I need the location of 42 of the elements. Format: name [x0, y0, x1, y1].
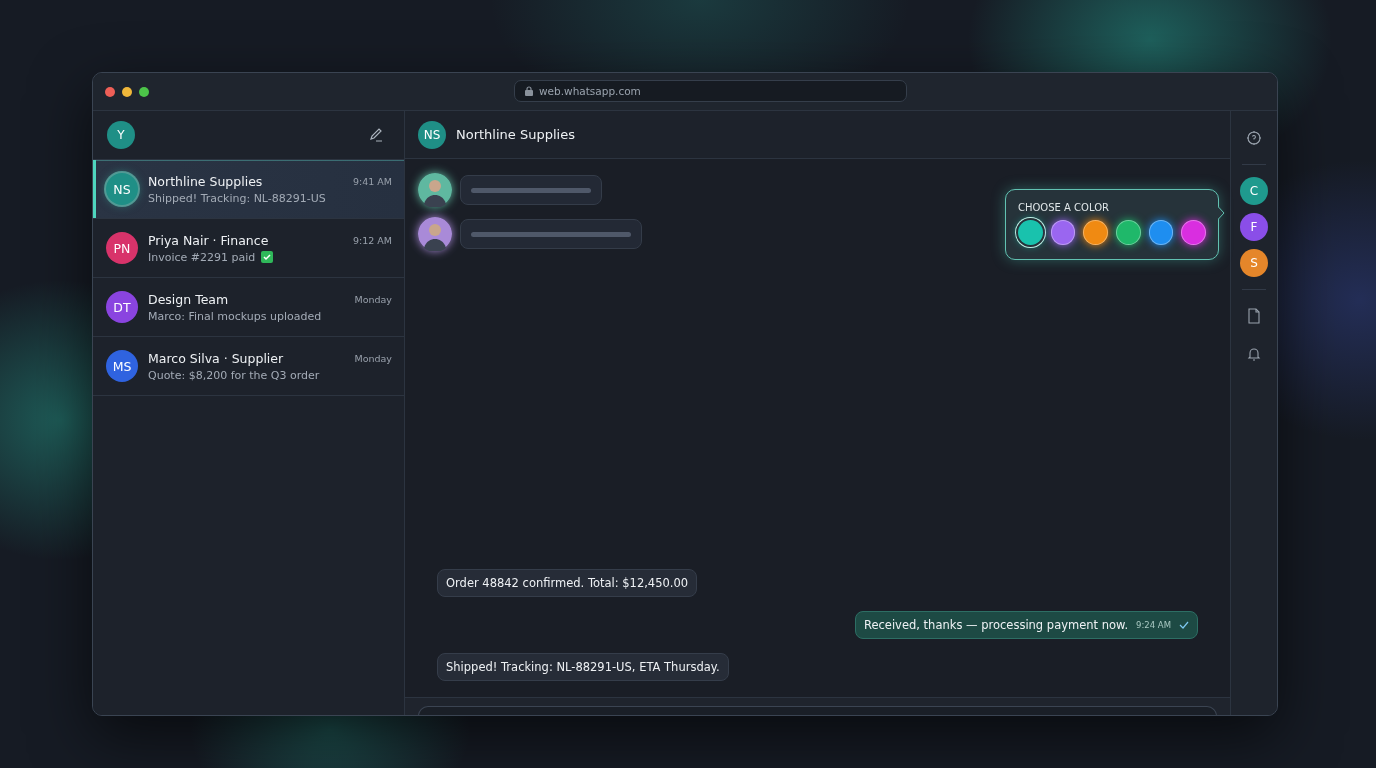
message-input[interactable]	[418, 706, 1217, 715]
chat-name: Northline Supplies	[148, 173, 263, 189]
color-swatch[interactable]	[1050, 220, 1076, 245]
address-bar[interactable]: web.whatsapp.com	[514, 80, 907, 102]
maximize-button[interactable]	[139, 86, 149, 97]
chat-list-item[interactable]: DT Design Team Monday Marco: Final mockups uploaded	[93, 278, 404, 337]
chat-time: Monday	[354, 293, 392, 305]
chat-name: Priya Nair · Finance	[148, 232, 269, 248]
message-bubble: Received, thanks — processing payment now. 9:24 AM	[854, 611, 1198, 639]
chat-preview: Invoice #2291 paid	[148, 250, 256, 264]
minimize-button[interactable]	[122, 86, 132, 97]
profile-avatar[interactable]: Y	[107, 121, 135, 149]
person-avatar-icon	[418, 217, 452, 251]
chat-preview: Marco: Final mockups uploaded	[148, 309, 322, 323]
chat-time: 9:12 AM	[352, 234, 392, 246]
chat-time: Monday	[354, 352, 392, 364]
contact-avatar: PN	[106, 232, 138, 264]
person-avatar-icon	[418, 173, 452, 207]
contact-avatar[interactable]: NS	[418, 120, 446, 149]
message-bubble: Order 48842 confirmed. Total: $12,450.00	[437, 569, 698, 597]
color-swatch[interactable]	[1148, 220, 1174, 245]
chat-preview: Shipped! Tracking: NL-88291-US	[148, 191, 326, 205]
contact-avatar: NS	[106, 173, 138, 205]
color-swatch[interactable]	[1018, 220, 1043, 245]
chat-list-item[interactable]: NS Northline Supplies 9:41 AM Shipped! Tracking: NL-88291-US	[93, 160, 404, 219]
color-swatch[interactable]	[1083, 220, 1108, 245]
lock-icon	[525, 86, 533, 96]
contact-avatar[interactable]: F	[1240, 213, 1268, 241]
close-button[interactable]	[105, 86, 115, 97]
chat-time: 9:41 AM	[352, 175, 392, 187]
color-swatch[interactable]	[1116, 220, 1141, 245]
chat-list-item[interactable]: PN Priya Nair · Finance 9:12 AM Invoice #2291 paid	[93, 219, 404, 278]
contact-avatar: DT	[106, 291, 138, 323]
chat-list-item[interactable]: MS Marco Silva · Supplier Monday Quote: $8,200 for the Q3 order	[93, 337, 404, 396]
popup-title: CHOOSE A COLOR	[1018, 202, 1110, 213]
contact-avatar: MS	[106, 350, 138, 382]
color-swatch[interactable]	[1181, 220, 1207, 245]
chat-name: Marco Silva · Supplier	[148, 350, 284, 366]
chat-name: Design Team	[148, 291, 229, 307]
chat-preview: Quote: $8,200 for the Q3 order	[148, 368, 320, 382]
message-bubble: Shipped! Tracking: NL-88291-US, ETA Thursday.	[437, 653, 729, 681]
chat-title: Northline Supplies	[456, 127, 575, 142]
